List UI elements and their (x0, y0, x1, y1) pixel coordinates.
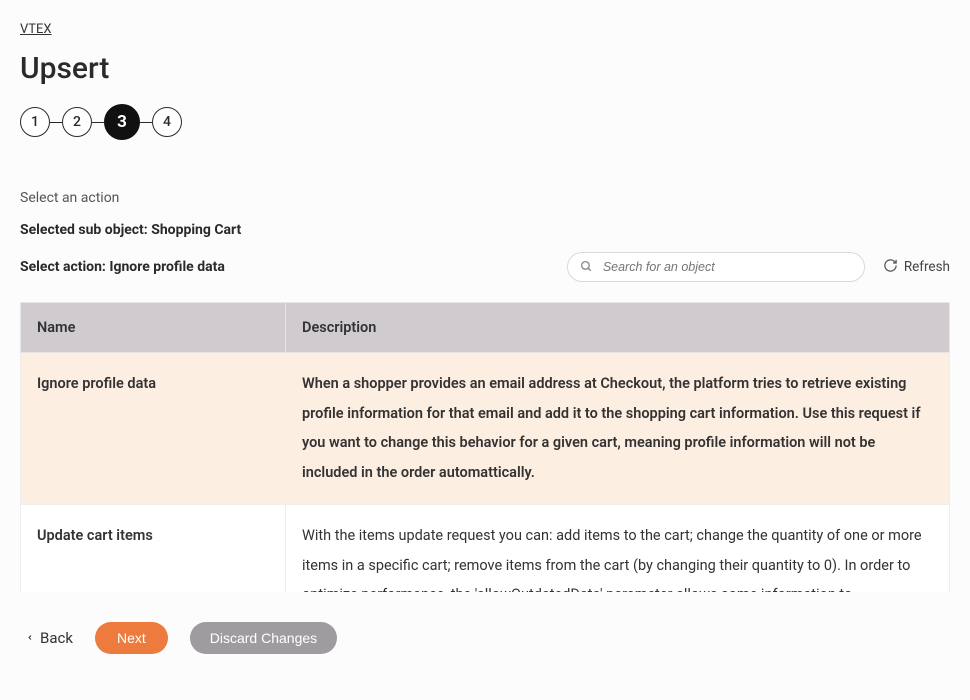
table-scroll[interactable]: Name Description Ignore profile data Whe… (20, 302, 950, 592)
section-label: Select an action (20, 190, 950, 206)
selected-sub-object: Selected sub object: Shopping Cart (20, 222, 950, 238)
step-1[interactable]: 1 (20, 107, 50, 137)
chevron-left-icon (26, 629, 34, 647)
refresh-label: Refresh (904, 259, 950, 275)
step-connector (50, 122, 62, 123)
refresh-button[interactable]: Refresh (883, 258, 950, 277)
action-name: Update cart items (21, 504, 286, 592)
col-header-name: Name (21, 303, 286, 353)
back-label: Back (40, 629, 73, 647)
search-input[interactable] (601, 259, 852, 275)
stepper: 1 2 3 4 (20, 104, 950, 140)
step-2[interactable]: 2 (62, 107, 92, 137)
col-header-description: Description (286, 303, 950, 353)
search-box[interactable] (567, 252, 865, 282)
footer: Back Next Discard Changes (20, 622, 950, 654)
action-name: Ignore profile data (21, 353, 286, 505)
back-button[interactable]: Back (26, 629, 73, 647)
table-row[interactable]: Update cart items With the items update … (21, 504, 950, 592)
page-title: Upsert (20, 51, 950, 86)
action-description: With the items update request you can: a… (286, 504, 950, 592)
discard-button[interactable]: Discard Changes (190, 622, 337, 654)
refresh-icon (883, 258, 898, 277)
step-4[interactable]: 4 (152, 107, 182, 137)
step-connector (140, 122, 152, 123)
search-icon (580, 258, 593, 277)
action-description: When a shopper provides an email address… (286, 353, 950, 505)
step-3[interactable]: 3 (104, 104, 140, 140)
breadcrumb[interactable]: VTEX (20, 22, 52, 37)
table-row[interactable]: Ignore profile data When a shopper provi… (21, 353, 950, 505)
step-connector (92, 122, 104, 123)
next-button[interactable]: Next (95, 622, 168, 654)
actions-table: Name Description Ignore profile data Whe… (20, 302, 950, 592)
selected-action: Select action: Ignore profile data (20, 259, 225, 275)
